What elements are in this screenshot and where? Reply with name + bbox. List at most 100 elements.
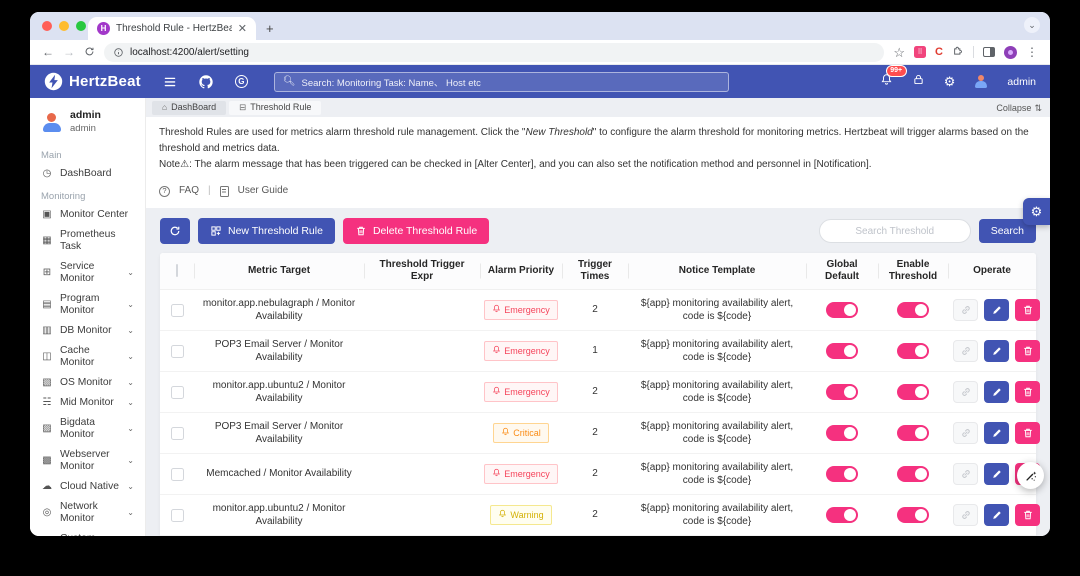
edit-button[interactable] — [984, 299, 1009, 321]
sidebar-item-program-monitor[interactable]: ▤ Program Monitor ⌄ — [30, 289, 145, 321]
row-checkbox[interactable] — [170, 426, 184, 440]
refresh-button[interactable] — [160, 218, 190, 244]
new-tab-button[interactable]: + — [266, 21, 274, 36]
global-default-toggle[interactable] — [826, 507, 858, 523]
browser-tab[interactable]: H Threshold Rule - HertzBeat ✕ — [88, 17, 256, 40]
forward-icon[interactable]: → — [63, 46, 75, 58]
sidebar-item-cloud-native[interactable]: ☁ Cloud Native ⌄ — [30, 477, 145, 497]
operate-buttons — [953, 422, 1040, 444]
sidebar-item-os-monitor[interactable]: ▧ OS Monitor ⌄ — [30, 373, 145, 393]
column-header-global-default: Global Default — [806, 259, 878, 284]
user-avatar[interactable] — [974, 74, 988, 89]
lock-icon[interactable] — [912, 73, 925, 91]
github-icon[interactable] — [199, 74, 213, 89]
row-checkbox[interactable] — [170, 508, 184, 522]
browser-menu-icon[interactable]: ⋮ — [1026, 46, 1038, 58]
link-button[interactable] — [953, 340, 978, 362]
global-default-toggle[interactable] — [826, 343, 858, 359]
description-panel: Threshold Rules are used for metrics ala… — [146, 117, 1050, 208]
priority-badge: Emergency — [484, 464, 558, 484]
username-label[interactable]: admin — [1007, 76, 1036, 88]
new-threshold-button[interactable]: New Threshold Rule — [198, 218, 335, 244]
edit-button[interactable] — [984, 422, 1009, 444]
close-button[interactable] — [42, 21, 52, 31]
link-button[interactable] — [953, 463, 978, 485]
reload-icon[interactable] — [84, 46, 95, 59]
extension-icon-pink[interactable]: ⠿ — [914, 46, 927, 58]
browser-profile-avatar[interactable] — [1004, 45, 1017, 59]
link-button[interactable] — [953, 381, 978, 403]
magic-wand-button[interactable] — [1017, 462, 1044, 489]
global-search-input[interactable]: 🔍︎ Search: Monitoring Task: Name、 Host e… — [273, 71, 729, 92]
collapse-control[interactable]: Collapse ⇅ — [996, 103, 1042, 114]
extension-icon-c[interactable]: C — [935, 46, 943, 58]
edit-button[interactable] — [984, 381, 1009, 403]
service-monitor-icon: ⊞ — [42, 267, 52, 279]
settings-gear-icon[interactable]: ⚙ — [944, 75, 956, 88]
sidebar-item-db-monitor[interactable]: ▥ DB Monitor ⌄ — [30, 321, 145, 341]
edit-button[interactable] — [984, 504, 1009, 526]
delete-button[interactable] — [1015, 504, 1040, 526]
notifications-bell-icon[interactable]: 99+ — [880, 64, 907, 91]
delete-button[interactable] — [1015, 299, 1040, 321]
enable-threshold-toggle[interactable] — [897, 425, 929, 441]
edit-button[interactable] — [984, 340, 1009, 362]
sidebar-item-network-monitor[interactable]: ◎ Network Monitor ⌄ — [30, 497, 145, 529]
sidebar-item-dashboard[interactable]: ◷ DashBoard — [30, 164, 145, 184]
sidebar-user[interactable]: admin admin — [30, 104, 145, 143]
link-button[interactable] — [953, 422, 978, 444]
hertzbeat-brand[interactable]: HertzBeat — [44, 72, 141, 91]
global-default-toggle[interactable] — [826, 302, 858, 318]
delete-threshold-button[interactable]: Delete Threshold Rule — [342, 218, 490, 244]
row-checkbox[interactable] — [170, 467, 184, 481]
tab-close-icon[interactable]: ✕ — [238, 22, 247, 35]
enable-threshold-toggle[interactable] — [897, 466, 929, 482]
sidebar-item-monitor-center[interactable]: ▣ Monitor Center — [30, 205, 145, 225]
faq-link[interactable]: FAQ — [179, 183, 199, 199]
breadcrumb-tab-dashboard[interactable]: ⌂ DashBoard — [152, 101, 227, 115]
global-default-toggle[interactable] — [826, 384, 858, 400]
sidebar-item-service-monitor[interactable]: ⊞ Service Monitor ⌄ — [30, 257, 145, 289]
db-monitor-icon: ▥ — [42, 325, 52, 337]
gitee-icon[interactable]: G — [234, 75, 248, 88]
enable-threshold-toggle[interactable] — [897, 302, 929, 318]
breadcrumb-tab-threshold-rule[interactable]: ⊟ Threshold Rule — [229, 101, 322, 115]
table-settings-gear-button[interactable]: ⚙ — [1023, 198, 1050, 225]
minimize-button[interactable] — [59, 21, 69, 31]
sidebar-item-webserver-monitor[interactable]: ▩ Webserver Monitor ⌄ — [30, 445, 145, 477]
sidebar-item-prometheus-task[interactable]: ▦ Prometheus Task — [30, 225, 145, 257]
row-checkbox[interactable] — [170, 344, 184, 358]
sidebar-item-mid-monitor[interactable]: ☵ Mid Monitor ⌄ — [30, 393, 145, 413]
global-default-toggle[interactable] — [826, 425, 858, 441]
enable-threshold-toggle[interactable] — [897, 507, 929, 523]
extensions-puzzle-icon[interactable] — [952, 43, 964, 61]
sidebar-item-bigdata-monitor[interactable]: ▨ Bigdata Monitor ⌄ — [30, 413, 145, 445]
address-bar[interactable]: localhost:4200/alert/setting — [104, 42, 885, 62]
delete-button[interactable] — [1015, 422, 1040, 444]
sidebar-group-main: Main — [41, 150, 62, 162]
search-threshold-input[interactable] — [818, 219, 971, 243]
tab-search-chevron-icon[interactable]: ⌄ — [1024, 17, 1040, 33]
row-checkbox[interactable] — [170, 303, 184, 317]
delete-button[interactable] — [1015, 340, 1040, 362]
sidebar-item-cache-monitor[interactable]: ◫ Cache Monitor ⌄ — [30, 341, 145, 373]
delete-button[interactable] — [1015, 381, 1040, 403]
site-info-icon[interactable] — [113, 47, 124, 58]
link-button[interactable] — [953, 299, 978, 321]
enable-threshold-toggle[interactable] — [897, 384, 929, 400]
column-header-enable-threshold: Enable Threshold — [878, 259, 948, 284]
user-guide-link[interactable]: User Guide — [238, 183, 289, 199]
enable-threshold-toggle[interactable] — [897, 343, 929, 359]
back-icon[interactable]: ← — [42, 46, 54, 58]
zoom-button[interactable] — [76, 21, 86, 31]
side-panel-icon[interactable] — [983, 47, 995, 57]
menu-fold-icon[interactable] — [163, 75, 177, 89]
global-default-toggle[interactable] — [826, 466, 858, 482]
bookmark-star-icon[interactable]: ☆ — [893, 46, 905, 59]
row-checkbox[interactable] — [170, 385, 184, 399]
toolbar-divider — [973, 46, 974, 58]
edit-button[interactable] — [984, 463, 1009, 485]
select-all-checkbox[interactable] — [176, 263, 178, 277]
sidebar-item-custom-monitor[interactable]: ◰Custom Monitor⌄ — [30, 529, 145, 536]
link-button[interactable] — [953, 504, 978, 526]
